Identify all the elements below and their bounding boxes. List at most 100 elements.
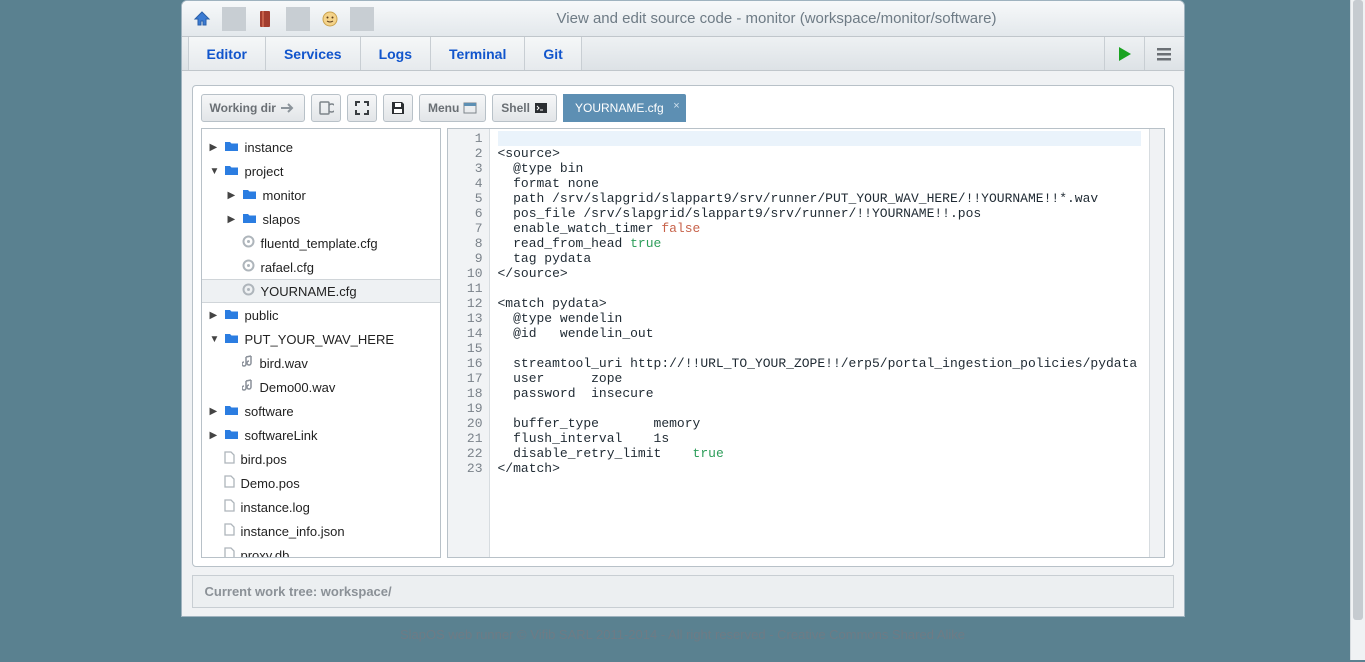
- fullscreen-icon: [354, 100, 370, 116]
- tree-toggle-icon[interactable]: ▶: [210, 310, 222, 321]
- tree-item-label: slapos: [263, 212, 301, 227]
- tree-item[interactable]: ▶ monitor: [202, 183, 440, 207]
- gear-icon: [242, 235, 255, 251]
- save-icon: [390, 100, 406, 116]
- editor-toolbar: Working dir Menu Shell: [201, 94, 1165, 122]
- nav-tab-git[interactable]: Git: [524, 37, 581, 70]
- tree-item[interactable]: ▼ PUT_YOUR_WAV_HERE: [202, 327, 440, 351]
- tree-item-label: YOURNAME.cfg: [261, 284, 357, 299]
- refresh-button[interactable]: [311, 94, 341, 122]
- shell-icon: [534, 102, 548, 114]
- tree-item[interactable]: ▼project: [202, 159, 440, 183]
- tree-toggle-icon[interactable]: ▶: [210, 406, 222, 417]
- file-icon: [224, 499, 235, 515]
- nav-tab-editor[interactable]: Editor: [188, 37, 266, 70]
- folder-icon: [224, 163, 239, 179]
- tree-item[interactable]: instance.log: [202, 495, 440, 519]
- divider: [222, 7, 246, 31]
- home-icon[interactable]: [190, 7, 214, 31]
- tree-toggle-icon[interactable]: ▶: [210, 430, 222, 441]
- folder-icon: [242, 187, 257, 203]
- page-title: View and edit source code - monitor (wor…: [378, 10, 1176, 27]
- status-bar: Current work tree: workspace/: [192, 575, 1174, 608]
- shell-button[interactable]: Shell: [492, 94, 557, 122]
- tree-item-label: bird.wav: [260, 356, 308, 371]
- tree-item[interactable]: bird.wav: [202, 351, 440, 375]
- tree-item[interactable]: YOURNAME.cfg: [202, 279, 440, 303]
- page-scrollbar[interactable]: [1350, 0, 1365, 660]
- divider: [350, 7, 374, 31]
- tree-item-label: rafael.cfg: [261, 260, 314, 275]
- tree-item-label: instance_info.json: [241, 524, 345, 539]
- menu-label: Menu: [428, 101, 459, 115]
- close-tab-icon[interactable]: ×: [673, 100, 679, 112]
- file-icon: [224, 451, 235, 467]
- tree-toggle-icon[interactable]: ▼: [210, 166, 222, 177]
- tree-toggle-icon[interactable]: ▶: [228, 214, 240, 225]
- divider: [286, 7, 310, 31]
- tree-item-label: softwareLink: [245, 428, 318, 443]
- gear-icon: [242, 259, 255, 275]
- tree-item[interactable]: bird.pos: [202, 447, 440, 471]
- tree-item[interactable]: instance_info.json: [202, 519, 440, 543]
- working-dir-label: Working dir: [210, 101, 276, 115]
- line-gutter: 1234567891011121314151617181920212223: [448, 129, 490, 557]
- file-icon: [224, 523, 235, 539]
- editor-area: Working dir Menu Shell: [182, 71, 1184, 616]
- refresh-icon: [318, 100, 334, 116]
- run-button[interactable]: [1104, 37, 1144, 70]
- nav-bar: Editor Services Logs Terminal Git: [182, 37, 1184, 71]
- tree-item[interactable]: ▶ softwareLink: [202, 423, 440, 447]
- working-dir-button[interactable]: Working dir: [201, 94, 305, 122]
- tree-item-label: instance: [245, 140, 293, 155]
- tree-item[interactable]: ▶ slapos: [202, 207, 440, 231]
- nav-tab-services[interactable]: Services: [265, 37, 361, 70]
- fullscreen-button[interactable]: [347, 94, 377, 122]
- file-tree[interactable]: ▶ instance ▼project ▶ monitor ▶ slapos fluentd_…: [201, 128, 441, 558]
- editor-scrollbar[interactable]: [1149, 129, 1164, 557]
- tree-item[interactable]: ▶ public: [202, 303, 440, 327]
- book-icon[interactable]: [254, 7, 278, 31]
- tree-item-label: monitor: [263, 188, 306, 203]
- tree-toggle-icon[interactable]: ▶: [210, 142, 222, 153]
- app-window: View and edit source code - monitor (wor…: [181, 0, 1185, 617]
- tree-toggle-icon[interactable]: ▼: [210, 334, 222, 345]
- menu-button[interactable]: Menu: [419, 94, 486, 122]
- title-bar: View and edit source code - monitor (wor…: [182, 1, 1184, 37]
- menu-hamburger-button[interactable]: [1144, 37, 1184, 70]
- tree-item-label: Demo.pos: [241, 476, 300, 491]
- nav-tab-logs[interactable]: Logs: [360, 37, 431, 70]
- tree-item[interactable]: ▶ software: [202, 399, 440, 423]
- tree-item-label: fluentd_template.cfg: [261, 236, 378, 251]
- tree-toggle-icon[interactable]: ▶: [228, 190, 240, 201]
- tree-item-label: Demo00.wav: [260, 380, 336, 395]
- tree-item[interactable]: ▶ instance: [202, 135, 440, 159]
- tree-item[interactable]: Demo00.wav: [202, 375, 440, 399]
- tree-item-label: public: [245, 308, 279, 323]
- tree-item-label: PUT_YOUR_WAV_HERE: [245, 332, 395, 347]
- open-file-tab[interactable]: YOURNAME.cfg ×: [563, 94, 686, 122]
- tree-item[interactable]: fluentd_template.cfg: [202, 231, 440, 255]
- file-icon: [224, 547, 235, 558]
- tree-item[interactable]: Demo.pos: [202, 471, 440, 495]
- tree-item[interactable]: proxy.db: [202, 543, 440, 558]
- code-content[interactable]: <source> @type bin format none path /srv…: [490, 129, 1149, 557]
- face-icon[interactable]: [318, 7, 342, 31]
- tree-item-label: software: [245, 404, 294, 419]
- folder-icon: [224, 427, 239, 443]
- open-file-tab-label: YOURNAME.cfg: [575, 101, 664, 115]
- folder-icon: [224, 307, 239, 323]
- arrow-right-icon: [280, 102, 296, 114]
- code-editor[interactable]: 1234567891011121314151617181920212223 <s…: [447, 128, 1165, 558]
- tree-item-label: bird.pos: [241, 452, 287, 467]
- shell-label: Shell: [501, 101, 530, 115]
- footer: SlapOS web runner © Vifib SARL 2011-2014…: [0, 617, 1365, 662]
- audio-icon: [242, 355, 254, 371]
- tree-item[interactable]: rafael.cfg: [202, 255, 440, 279]
- menu-icon: [463, 102, 477, 114]
- save-button[interactable]: [383, 94, 413, 122]
- nav-tab-terminal[interactable]: Terminal: [430, 37, 525, 70]
- title-icons: [190, 7, 378, 31]
- audio-icon: [242, 379, 254, 395]
- tree-item-label: instance.log: [241, 500, 310, 515]
